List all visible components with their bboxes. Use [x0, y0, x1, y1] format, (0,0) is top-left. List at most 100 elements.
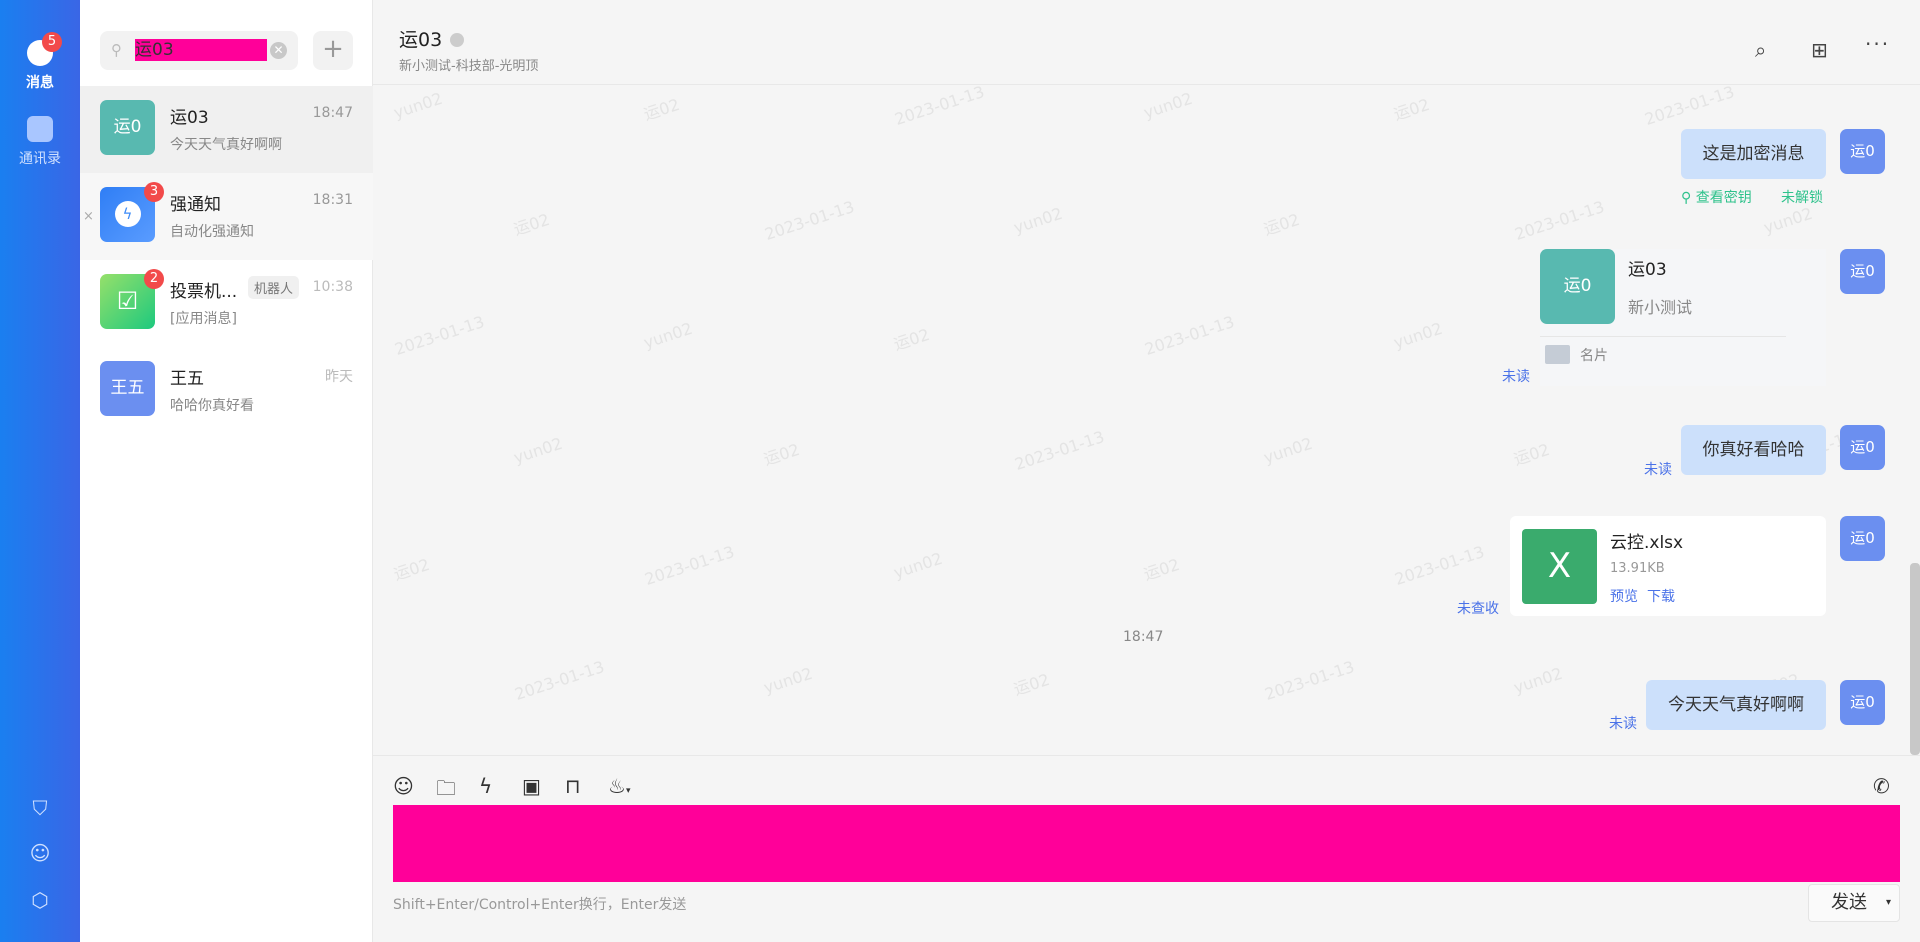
watermark-text: yun02	[1141, 88, 1195, 123]
unlock-icon[interactable]: ⊓	[565, 774, 581, 798]
watermark-text: 运02	[391, 554, 432, 585]
watermark-text: 2023-01-13	[1262, 657, 1357, 704]
avatar: 运0	[100, 100, 155, 155]
my-avatar: 运0	[1840, 425, 1885, 470]
view-key-label: 查看密钥	[1695, 190, 1752, 206]
card-name: 运03	[1628, 260, 1667, 280]
text-message[interactable]: 你真好看哈哈	[1681, 425, 1826, 475]
nav-messages[interactable]: 5 消息	[0, 32, 80, 92]
my-avatar: 运0	[1840, 680, 1885, 725]
watermark-text: 2023-01-13	[392, 312, 487, 359]
conversation-name: 王五	[170, 369, 204, 389]
download-link[interactable]: 下载	[1647, 586, 1675, 606]
watermark-text: 2023-01-13	[1012, 427, 1107, 474]
watermark-text: yun02	[391, 88, 445, 123]
timestamp: 18:47	[1123, 629, 1164, 645]
scrollbar[interactable]	[1910, 563, 1920, 755]
nav-label: 消息	[26, 75, 54, 91]
clear-icon[interactable]: ✕	[270, 42, 287, 59]
conversation-preview: 哈哈你真好看	[170, 398, 254, 414]
add-chat-icon[interactable]: ⊞	[1811, 38, 1828, 62]
conversation-item[interactable]: 运0 运03 18:47 今天天气真好啊啊	[80, 86, 373, 173]
watermark-text: yun02	[1011, 203, 1065, 238]
chevron-down-icon: ▾	[625, 786, 631, 796]
send-label: 发送	[1831, 892, 1867, 913]
file-name: 云控.xlsx	[1610, 533, 1684, 553]
view-key-link[interactable]: ⚲ 查看密钥	[1681, 187, 1752, 207]
watermark-text: yun02	[1261, 433, 1315, 468]
chat-title-text: 运03	[399, 29, 443, 51]
contact-card[interactable]: 运0 运03 新小测试 名片	[1540, 249, 1826, 386]
watermark-text: 2023-01-13	[1142, 312, 1237, 359]
conversation-item[interactable]: 王五 王五 昨天 哈哈你真好看	[80, 347, 373, 434]
send-options-chevron-icon[interactable]: ▾	[1886, 885, 1891, 921]
add-button[interactable]: +	[313, 31, 353, 70]
more-icon[interactable]: ···	[1865, 32, 1890, 56]
divider	[1540, 336, 1786, 337]
excel-file-icon: X	[1522, 529, 1597, 604]
my-avatar: 运0	[1840, 129, 1885, 174]
message-area: yun02 运02 2023-01-13 yun02 运02 2023-01-13 运02 2…	[373, 86, 1920, 755]
conversation-name: 投票机...	[170, 282, 238, 302]
search-value[interactable]: 运03	[135, 39, 267, 61]
watermark-text: 运02	[511, 209, 552, 240]
emoji-icon[interactable]: ☺	[393, 774, 414, 798]
composer: ☺ 🗀 ϟ ▣ ⊓ ♨▾ ✆ Shift+Enter/Control+Enter…	[373, 755, 1920, 942]
burn-after-reading-icon[interactable]: ♨▾	[608, 774, 630, 798]
watermark-text: yun02	[891, 548, 945, 583]
send-button[interactable]: 发送 ▾	[1808, 884, 1900, 922]
vote-icon: ☑	[116, 287, 139, 315]
watermark-text: 运02	[761, 439, 802, 470]
bot-tag: 机器人	[248, 276, 300, 299]
read-status: 未读	[1609, 716, 1637, 732]
contact-card-icon[interactable]: ▣	[522, 774, 541, 798]
conversation-item[interactable]: ☑ 2 投票机... 机器人 10:38 [应用消息]	[80, 260, 373, 347]
message-input[interactable]	[393, 805, 1900, 882]
search-icon: ⚲	[111, 41, 122, 59]
card-avatar: 运0	[1540, 249, 1615, 324]
encrypted-message[interactable]: 这是加密消息	[1681, 129, 1826, 179]
unread-badge: 3	[144, 182, 164, 202]
conversation-item[interactable]: × ϟ 3 强通知 18:31 自动化强通知	[80, 173, 373, 260]
watermark-text: yun02	[1511, 663, 1565, 698]
lock-status: 未解锁	[1781, 190, 1823, 206]
nav-contacts[interactable]: 通讯录	[0, 116, 80, 168]
conversation-list: ⚲ 运03 ✕ + 运0 运03 18:47 今天天气真好啊啊 × ϟ 3 强通…	[80, 0, 373, 942]
folder-icon[interactable]: 🗀	[436, 774, 456, 808]
conversation-name: 运03	[170, 108, 209, 128]
file-size: 13.91KB	[1610, 561, 1665, 576]
lightning-icon[interactable]: ϟ	[479, 774, 492, 798]
watermark-text: 2023-01-13	[512, 657, 607, 704]
text-message[interactable]: 今天天气真好啊啊	[1646, 680, 1826, 730]
read-status: 未读	[1644, 462, 1672, 478]
watermark-text: yun02	[1761, 203, 1815, 238]
preview-link[interactable]: 预览	[1610, 586, 1638, 606]
chat-panel: 运03 新小测试-科技部-光明顶 ⌕ ⊞ ··· yun02 运02 2023-01…	[373, 0, 1920, 942]
watermark-text: 2023-01-13	[1642, 86, 1737, 129]
nav-label: 通讯录	[19, 151, 61, 167]
search-history-icon[interactable]: ⌕	[1755, 38, 1766, 62]
settings-icon[interactable]: ⬡	[28, 888, 52, 912]
watermark-text: 运02	[1011, 669, 1052, 700]
unread-badge: 5	[42, 32, 62, 52]
my-avatar: 运0	[1840, 516, 1885, 561]
robot-icon[interactable]: ☺	[28, 841, 52, 865]
watermark-text: 运02	[1511, 439, 1552, 470]
close-icon[interactable]: ×	[83, 209, 94, 224]
input-hint: Shift+Enter/Control+Enter换行，Enter发送	[393, 897, 687, 913]
watermark-text: 2023-01-13	[892, 86, 987, 129]
watermark-text: 运02	[1141, 554, 1182, 585]
key-icon: ⚲	[1681, 190, 1696, 206]
file-status: 未查收	[1457, 601, 1499, 617]
phone-icon[interactable]: ✆	[1873, 774, 1890, 798]
watermark-text: 运02	[641, 94, 682, 125]
chat-subtitle: 新小测试-科技部-光明顶	[399, 59, 539, 74]
search-input[interactable]: ⚲ 运03 ✕	[100, 31, 298, 70]
bookmark-icon[interactable]: ⛉	[28, 796, 52, 820]
card-icon	[1545, 345, 1570, 364]
file-message[interactable]: X 云控.xlsx 13.91KB 预览 下载	[1510, 516, 1826, 616]
watermark-text: yun02	[1391, 318, 1445, 353]
conversation-time: 昨天	[325, 369, 353, 385]
conversation-preview: 今天天气真好啊啊	[170, 137, 282, 153]
conversation-preview: 自动化强通知	[170, 224, 254, 240]
